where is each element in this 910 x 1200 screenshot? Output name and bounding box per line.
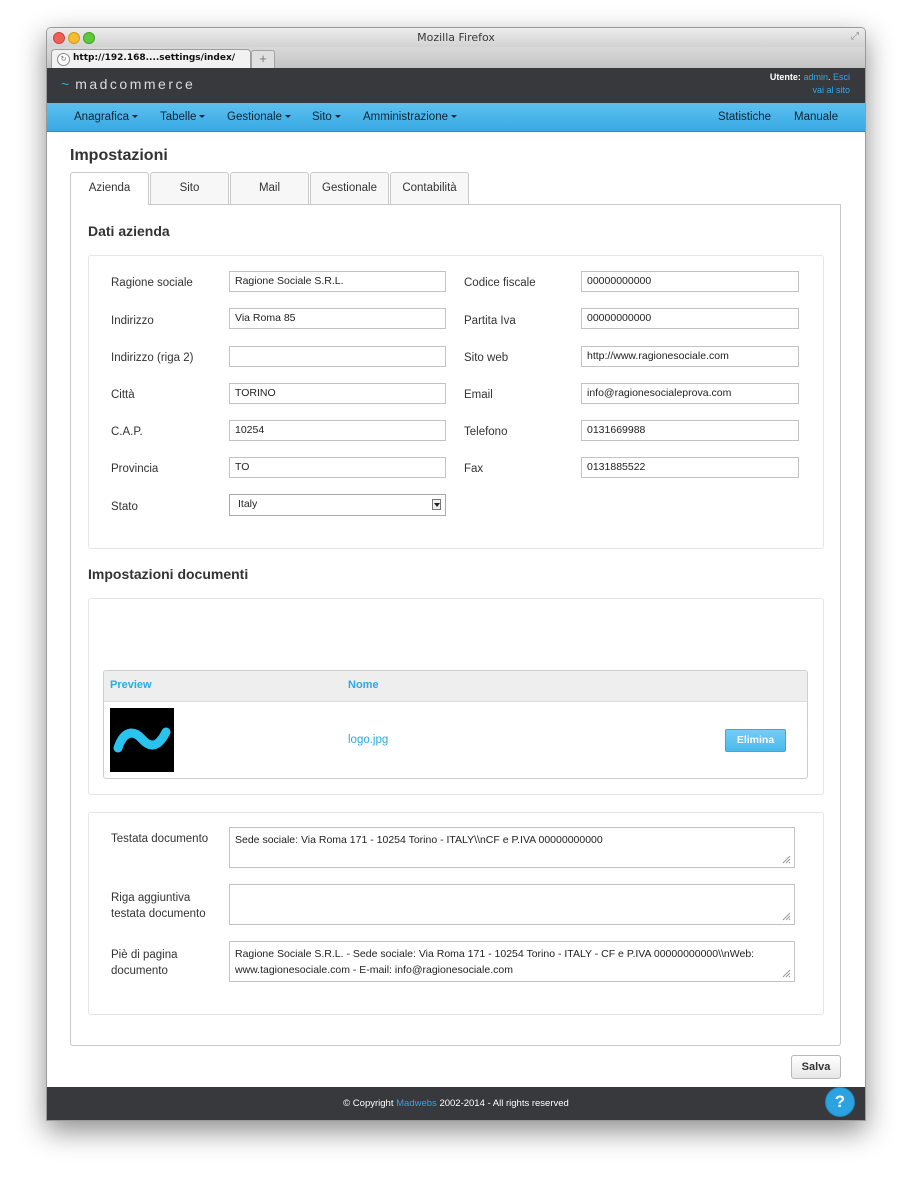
page-favicon-icon: ↻ [57, 53, 70, 66]
delete-logo-button[interactable]: Elimina [725, 729, 786, 752]
user-separator: . [827, 72, 831, 82]
riga-aggiuntiva-label: Riga aggiuntiva testata documento [111, 892, 206, 920]
logout-link[interactable]: Esci [833, 72, 850, 82]
nav-item-label: Sito [312, 111, 332, 123]
pie-di-pagina-textarea[interactable]: Ragione Sociale S.R.L. - Sede sociale: V… [229, 941, 795, 982]
codice-fiscale-label: Codice fiscale [464, 277, 536, 289]
codice-fiscale-input[interactable]: 00000000000 [581, 271, 799, 292]
visit-site-link[interactable]: vai al sito [812, 85, 850, 95]
pie-di-pagina-text: Ragione Sociale S.R.L. - Sede sociale: V… [235, 948, 755, 976]
logo-file-link[interactable]: logo.jpg [348, 734, 388, 746]
browser-window: Mozilla Firefox ⤢ ↻ http://192.168....se… [46, 27, 866, 1121]
stato-select-value: Italy [238, 498, 258, 510]
ragione-sociale-label: Ragione sociale [111, 277, 193, 289]
riga-aggiuntiva-textarea[interactable] [229, 884, 795, 925]
indirizzo-riga2-label: Indirizzo (riga 2) [111, 352, 194, 364]
brand-tilde-icon: ~ [61, 76, 70, 92]
nav-sito[interactable]: Sito [312, 111, 341, 123]
provincia-input[interactable]: TO [229, 457, 446, 478]
caret-down-icon [199, 115, 206, 119]
save-button[interactable]: Salva [791, 1055, 841, 1079]
caret-down-icon [131, 115, 138, 119]
main-navbar: Anagrafica Tabelle Gestionale Sito Ammin… [47, 103, 865, 132]
logo-preview-image [110, 708, 174, 772]
nav-item-label: Tabelle [160, 111, 197, 123]
pie-di-pagina-label: Piè di pagina documento [111, 949, 178, 977]
copyright-prefix: © Copyright [343, 1098, 394, 1109]
user-label: Utente: [769, 72, 801, 82]
indirizzo-label: Indirizzo [111, 315, 154, 327]
provincia-label: Provincia [111, 463, 159, 475]
brand-name: madcommerce [75, 76, 196, 92]
email-input[interactable]: info@ragionesocialeprova.com [581, 383, 799, 404]
copyright-text: © Copyright Madwebs 2002-2014 - All righ… [47, 1098, 865, 1109]
copyright-suffix: 2002-2014 - All rights reserved [439, 1098, 569, 1109]
stato-label: Stato [111, 501, 138, 513]
resize-grip-icon[interactable] [782, 969, 791, 978]
browser-tabstrip: ↻ http://192.168....settings/index/ + [47, 47, 865, 69]
cap-label: C.A.P. [111, 426, 143, 438]
tab-gestionale[interactable]: Gestionale [310, 172, 389, 204]
testata-text: Sede sociale: Via Roma 171 - 10254 Torin… [235, 834, 603, 846]
tab-sito[interactable]: Sito [150, 172, 229, 204]
nav-gestionale[interactable]: Gestionale [227, 111, 291, 123]
nome-column-header: Nome [348, 679, 379, 691]
nav-anagrafica[interactable]: Anagrafica [74, 111, 138, 123]
nav-item-label: Amministrazione [363, 111, 448, 123]
partita-iva-label: Partita Iva [464, 315, 516, 327]
partita-iva-input[interactable]: 00000000000 [581, 308, 799, 329]
testata-label: Testata documento [111, 833, 209, 845]
indirizzo-riga2-input[interactable] [229, 346, 446, 367]
user-name-link[interactable]: admin [803, 72, 828, 82]
telefono-input[interactable]: 0131669988 [581, 420, 799, 441]
new-tab-button[interactable]: + [251, 50, 275, 68]
indirizzo-input[interactable]: Via Roma 85 [229, 308, 446, 329]
browser-tab[interactable]: ↻ http://192.168....settings/index/ [51, 49, 251, 69]
window-titlebar: Mozilla Firefox ⤢ [47, 28, 865, 47]
sito-web-input[interactable]: http://www.ragionesociale.com [581, 346, 799, 367]
app-header: ~ madcommerce Utente: admin. Esci vai al … [47, 68, 865, 103]
sito-web-label: Sito web [464, 352, 509, 364]
nav-manuale[interactable]: Manuale [794, 111, 838, 123]
citta-label: Città [111, 389, 135, 401]
help-icon[interactable]: ? [825, 1087, 855, 1117]
caret-down-icon [284, 115, 291, 119]
page-footer: © Copyright Madwebs 2002-2014 - All righ… [47, 1087, 865, 1120]
page-title: Impostazioni [70, 147, 168, 164]
nav-item-label: Anagrafica [74, 111, 129, 123]
preview-column-header: Preview [110, 679, 152, 691]
resize-grip-icon[interactable] [782, 912, 791, 921]
user-info: Utente: admin. Esci [770, 72, 850, 82]
email-label: Email [464, 389, 493, 401]
nav-amministrazione[interactable]: Amministrazione [363, 111, 457, 123]
resize-grip-icon[interactable] [782, 855, 791, 864]
cap-input[interactable]: 10254 [229, 420, 446, 441]
tilde-logo-icon [113, 727, 171, 753]
table-header: Preview Nome [104, 671, 807, 702]
nav-item-label: Gestionale [227, 111, 282, 123]
brand-logo[interactable]: ~ madcommerce [61, 76, 195, 92]
documents-section-title: Impostazioni documenti [88, 566, 249, 582]
nav-tabelle[interactable]: Tabelle [160, 111, 206, 123]
ragione-sociale-input[interactable]: Ragione Sociale S.R.L. [229, 271, 446, 292]
fullscreen-icon[interactable]: ⤢ [851, 31, 859, 42]
fax-input[interactable]: 0131885522 [581, 457, 799, 478]
company-section-title: Dati azienda [88, 223, 170, 239]
madwebs-link[interactable]: Madwebs [396, 1098, 437, 1109]
caret-down-icon [451, 115, 457, 119]
fax-label: Fax [464, 463, 484, 475]
tab-azienda[interactable]: Azienda [70, 172, 149, 205]
logo-table: Preview Nome logo.jpg Elimina [103, 670, 808, 779]
caret-down-icon [334, 115, 341, 119]
citta-input[interactable]: TORINO [229, 383, 446, 404]
tab-contabilita[interactable]: Contabilità [390, 172, 469, 204]
nav-statistiche[interactable]: Statistiche [718, 111, 771, 123]
select-arrow-icon [432, 499, 441, 510]
tab-mail[interactable]: Mail [230, 172, 309, 204]
browser-tab-title: http://192.168....settings/index/ [73, 53, 236, 63]
telefono-label: Telefono [464, 426, 508, 438]
window-title: Mozilla Firefox [417, 31, 495, 44]
stato-select[interactable]: Italy [229, 494, 446, 516]
testata-textarea[interactable]: Sede sociale: Via Roma 171 - 10254 Torin… [229, 827, 795, 868]
